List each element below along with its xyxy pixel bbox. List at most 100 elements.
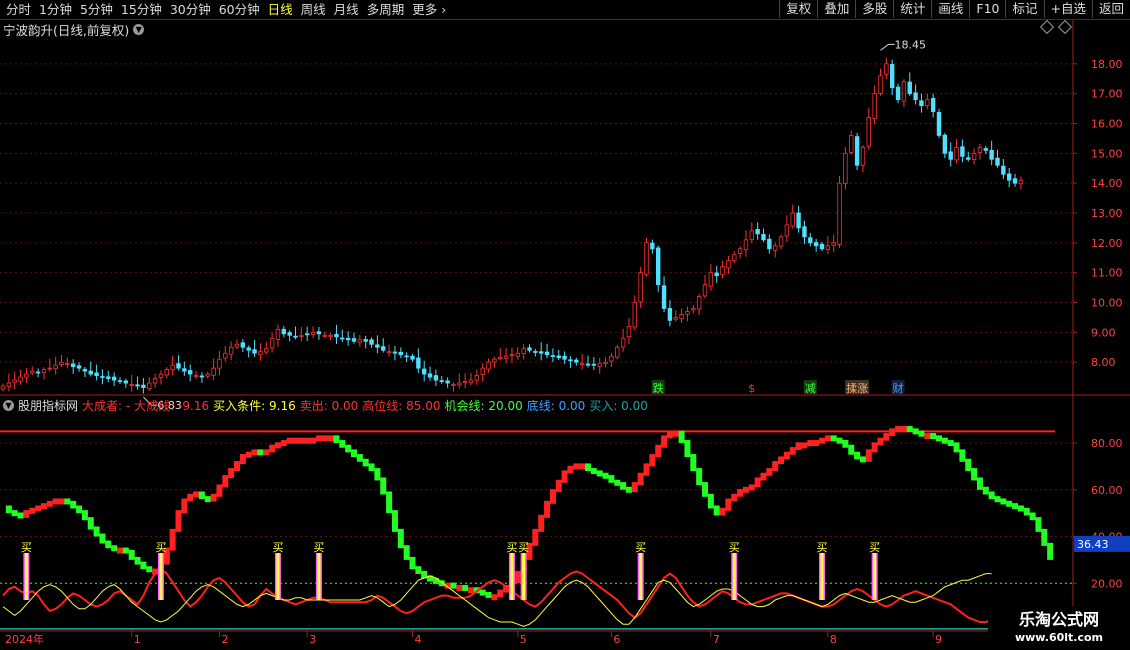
indicator-step — [169, 528, 176, 551]
candle-body — [35, 371, 41, 374]
candle-body — [884, 63, 889, 75]
candle-body — [626, 325, 632, 338]
candle-body — [82, 368, 88, 372]
tool-button[interactable]: 返回 — [1091, 0, 1130, 18]
oscillator-lines — [2, 567, 998, 627]
candle-body — [878, 75, 883, 94]
candle-body — [966, 157, 971, 160]
candle-body — [299, 334, 304, 337]
candle-body — [1001, 165, 1006, 175]
candle-body — [328, 334, 333, 337]
candle-body — [714, 272, 719, 277]
indicator-step — [310, 437, 317, 444]
indicator-step — [70, 500, 77, 509]
tool-button[interactable]: 叠加 — [817, 0, 855, 18]
period-tab[interactable]: 5分钟 — [76, 1, 117, 18]
period-tab[interactable]: 分时 — [2, 1, 35, 18]
candle-body — [211, 367, 216, 376]
tool-button[interactable]: 画线 — [931, 0, 969, 18]
indicator-step — [462, 584, 469, 591]
candle-body — [451, 384, 456, 386]
current-value: 36.43 — [1077, 538, 1109, 551]
indicator-step — [947, 440, 954, 447]
indicator-step — [345, 444, 352, 453]
indicator-step — [228, 468, 235, 479]
period-tab[interactable]: 日线 — [264, 1, 297, 18]
indicator-step — [865, 449, 872, 462]
indicator-step — [251, 449, 258, 456]
event-marker: 减 — [805, 382, 816, 395]
buy-signal-core — [873, 553, 877, 600]
period-tab[interactable]: 1分钟 — [35, 1, 76, 18]
candle-body — [205, 373, 210, 377]
indicator-step — [122, 547, 129, 554]
candle-body — [281, 328, 286, 335]
tool-button[interactable]: +自选 — [1043, 0, 1092, 18]
indicator-step — [725, 498, 732, 511]
tool-button[interactable]: 标记 — [1005, 0, 1043, 18]
candle-body — [732, 254, 737, 262]
y-tick-label: 60.00 — [1091, 484, 1123, 497]
event-marker: $ — [748, 382, 755, 395]
kline-chart[interactable]: 6.8318.45 跌 $ 减揉涨财 买买买买买买买买买买 8.009.0010.0… — [0, 0, 1130, 650]
indicator-step — [134, 556, 141, 565]
candle-body — [369, 339, 374, 345]
candle-body — [890, 64, 895, 89]
indicator-step — [889, 428, 896, 437]
indicator-step — [456, 584, 463, 591]
indicator-step — [386, 491, 393, 514]
period-tab[interactable]: 更多 — [408, 1, 441, 18]
indicator-step — [140, 561, 147, 570]
candle-body — [825, 245, 831, 250]
indicator-step — [315, 435, 322, 442]
indicator-value: 机会线: 20.00 — [444, 399, 523, 413]
indicator-step — [859, 456, 866, 463]
tool-button[interactable]: 多股 — [855, 0, 893, 18]
candle-body — [702, 284, 708, 297]
indicator-step — [93, 526, 100, 537]
candle-body — [579, 363, 585, 366]
indicator-step — [374, 468, 381, 481]
indicator-step — [403, 545, 410, 560]
watermark-url: www.60lt.com — [1014, 631, 1104, 644]
indicator-dropdown-icon[interactable]: ▼ — [3, 400, 14, 411]
candle-body — [182, 368, 187, 372]
period-tab[interactable]: 多周期 — [363, 1, 409, 18]
candle-body — [539, 351, 544, 354]
candle-body — [474, 375, 480, 381]
period-tab[interactable]: 30分钟 — [166, 1, 215, 18]
indicator-name[interactable]: 股朋指标网 — [18, 397, 78, 414]
candle-body — [960, 146, 965, 157]
buy-signal-core — [732, 553, 736, 600]
period-tab[interactable]: 月线 — [330, 1, 363, 18]
tool-button[interactable]: 复权 — [779, 0, 817, 18]
candle-body — [264, 348, 269, 353]
candle-body — [457, 382, 462, 386]
tool-button[interactable]: 统计 — [893, 0, 931, 18]
indicator-step — [778, 456, 785, 465]
candle-body — [685, 311, 690, 315]
candle-body — [971, 152, 977, 160]
indicator-step — [731, 493, 738, 502]
indicator-step — [982, 486, 989, 495]
period-tab[interactable]: 周线 — [297, 1, 330, 18]
buy-signal-core — [159, 553, 163, 600]
dropdown-icon[interactable]: ▼ — [133, 24, 145, 35]
indicator-step — [702, 482, 708, 497]
indicator-step — [391, 510, 398, 532]
candle-body — [591, 363, 597, 366]
period-tab[interactable]: 15分钟 — [117, 1, 166, 18]
indicator-step — [497, 589, 504, 598]
tool-button[interactable]: F10 — [969, 0, 1005, 18]
period-tab[interactable]: 60分钟 — [215, 1, 264, 18]
indicator-step — [5, 505, 12, 514]
chevron-right-icon[interactable]: › — [441, 1, 446, 18]
y-tick-label: 18.00 — [1091, 58, 1123, 71]
candle-body — [831, 242, 836, 246]
indicator-step — [672, 430, 679, 437]
indicator-step — [532, 528, 539, 546]
indicator-step — [321, 435, 328, 442]
indicator-step — [128, 549, 135, 560]
indicator-step — [988, 491, 995, 500]
candle-body — [644, 242, 649, 275]
